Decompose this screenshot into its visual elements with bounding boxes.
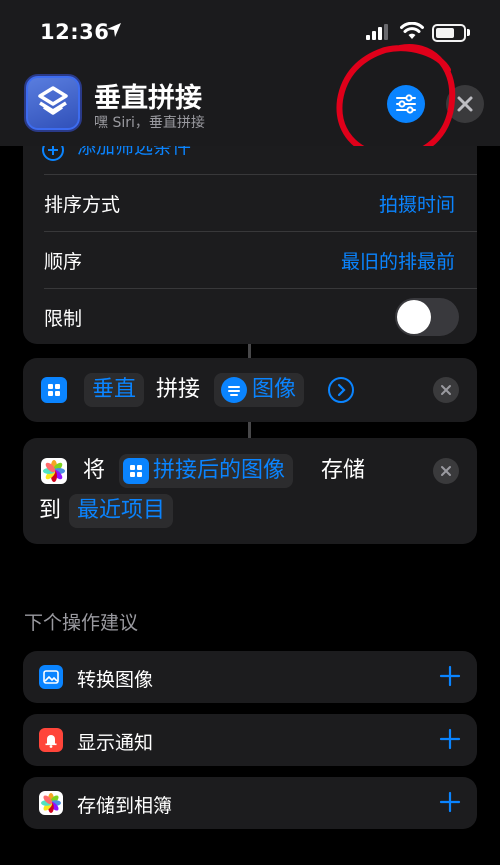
images-variable-icon	[221, 377, 247, 403]
shortcut-header: 垂直拼接 嘿 Siri，垂直拼接	[0, 64, 500, 146]
suggestions-heading: 下个操作建议	[24, 612, 139, 634]
combine-images-icon	[41, 377, 67, 403]
suggestion-label: 存储到相簿	[77, 795, 173, 817]
suggestion-label: 显示通知	[77, 732, 154, 754]
status-bar: 12:36	[0, 0, 500, 64]
wifi-icon	[400, 22, 424, 39]
location-arrow-icon	[107, 23, 121, 37]
limit-row: 限制	[23, 288, 477, 345]
remove-action-button[interactable]	[433, 377, 459, 403]
settings-button[interactable]	[387, 85, 425, 123]
action-connector	[248, 422, 251, 438]
close-button[interactable]	[446, 85, 484, 123]
sort-by-row[interactable]: 排序方式 拍摄时间	[23, 174, 477, 231]
sliders-icon	[396, 94, 416, 114]
sort-by-label: 排序方式	[44, 194, 121, 216]
combined-image-variable-icon	[123, 458, 149, 484]
battery-tip	[467, 29, 470, 36]
shortcut-app-icon[interactable]	[24, 74, 82, 132]
order-row[interactable]: 顺序 最旧的排最前	[23, 231, 477, 288]
add-filter-row[interactable]: 添加筛选条件	[23, 146, 477, 174]
add-circle-icon	[42, 146, 64, 161]
shortcuts-layers-icon	[38, 86, 68, 115]
filter-card: 排序方式 拍摄时间 顺序 最旧的排最前 限制	[23, 174, 477, 344]
photos-app-icon	[41, 458, 67, 484]
combine-verb: 拼接	[156, 377, 201, 402]
status-time: 12:36	[40, 20, 110, 44]
save-prep: 到	[39, 498, 62, 523]
limit-label: 限制	[44, 308, 83, 330]
add-icon[interactable]	[437, 663, 463, 689]
save-to-album-action[interactable]: 将 拼接后的图像 存储 到 最近项目	[23, 438, 477, 544]
suggestion-label: 转换图像	[77, 669, 154, 691]
save-verb-2: 存储	[321, 458, 366, 483]
suggestion-convert-image[interactable]: 转换图像	[23, 651, 477, 703]
cellular-signal-icon	[366, 24, 388, 40]
suggestion-show-notification[interactable]: 显示通知	[23, 714, 477, 766]
order-value[interactable]: 最旧的排最前	[341, 247, 455, 274]
siri-phrase: 嘿 Siri，垂直拼接	[94, 115, 205, 131]
direction-token[interactable]: 垂直	[84, 373, 145, 407]
remove-action-button[interactable]	[433, 458, 459, 484]
battery-icon	[432, 24, 466, 42]
bell-icon	[39, 728, 63, 752]
action-connector	[248, 344, 251, 358]
photos-icon	[39, 791, 63, 815]
photo-icon	[39, 665, 63, 689]
close-icon	[441, 466, 451, 476]
album-token[interactable]: 最近项目	[69, 494, 174, 528]
chevron-right-icon	[337, 383, 346, 397]
sort-by-value[interactable]: 拍摄时间	[379, 190, 455, 217]
limit-toggle[interactable]	[395, 298, 459, 336]
expand-chevron-button[interactable]	[328, 377, 354, 403]
add-icon[interactable]	[437, 789, 463, 815]
close-icon	[457, 96, 473, 112]
close-icon	[441, 385, 451, 395]
shortcut-title[interactable]: 垂直拼接	[94, 76, 202, 115]
add-icon[interactable]	[437, 726, 463, 752]
suggestion-save-to-album[interactable]: 存储到相簿	[23, 777, 477, 829]
order-label: 顺序	[44, 251, 83, 273]
add-filter-label: 添加筛选条件	[77, 146, 192, 158]
combine-images-action[interactable]: 垂直 拼接 图像	[23, 358, 477, 422]
save-verb: 将	[83, 458, 106, 483]
